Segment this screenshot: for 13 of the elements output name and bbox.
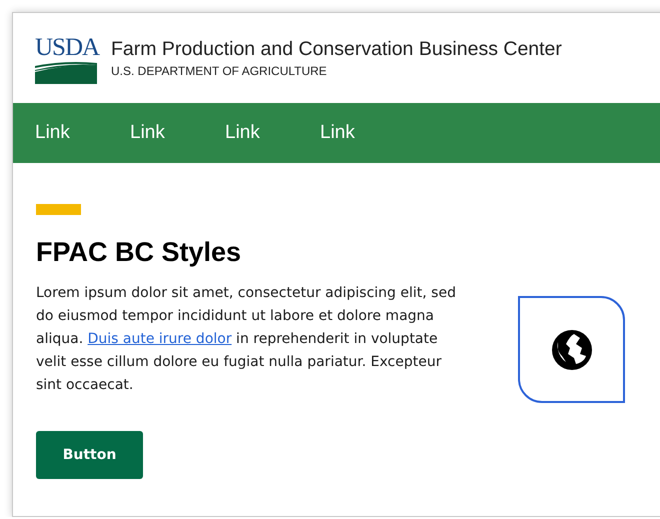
inline-link[interactable]: Duis aute irure dolor: [88, 331, 232, 347]
body-paragraph: Lorem ipsum dolor sit amet, consectetur adipiscing elit, sed do eiusmod tempor incididunt ut labore et dolore magna aliqua. Duis aute irure dolor in reprehenderit in voluptate velit esse cillum dolore eu fugiat nulla pariatur. Excepteur sint occaecat.: [36, 284, 456, 395]
nav-link[interactable]: Link: [320, 122, 381, 144]
site-title: Farm Production and Conservation Business Center: [111, 38, 562, 61]
logo-wordmark: USDA: [35, 32, 100, 62]
nav-link[interactable]: Link: [225, 122, 286, 144]
primary-button[interactable]: Button: [36, 431, 143, 479]
accent-bar: [36, 204, 81, 215]
site-subtitle: U.S. DEPARTMENT OF AGRICULTURE: [111, 64, 328, 78]
nav-link[interactable]: Link: [35, 122, 96, 144]
page-heading: FPAC BC Styles: [36, 237, 242, 268]
field-logo-icon: [35, 62, 97, 84]
nav-link[interactable]: Link: [130, 122, 191, 144]
